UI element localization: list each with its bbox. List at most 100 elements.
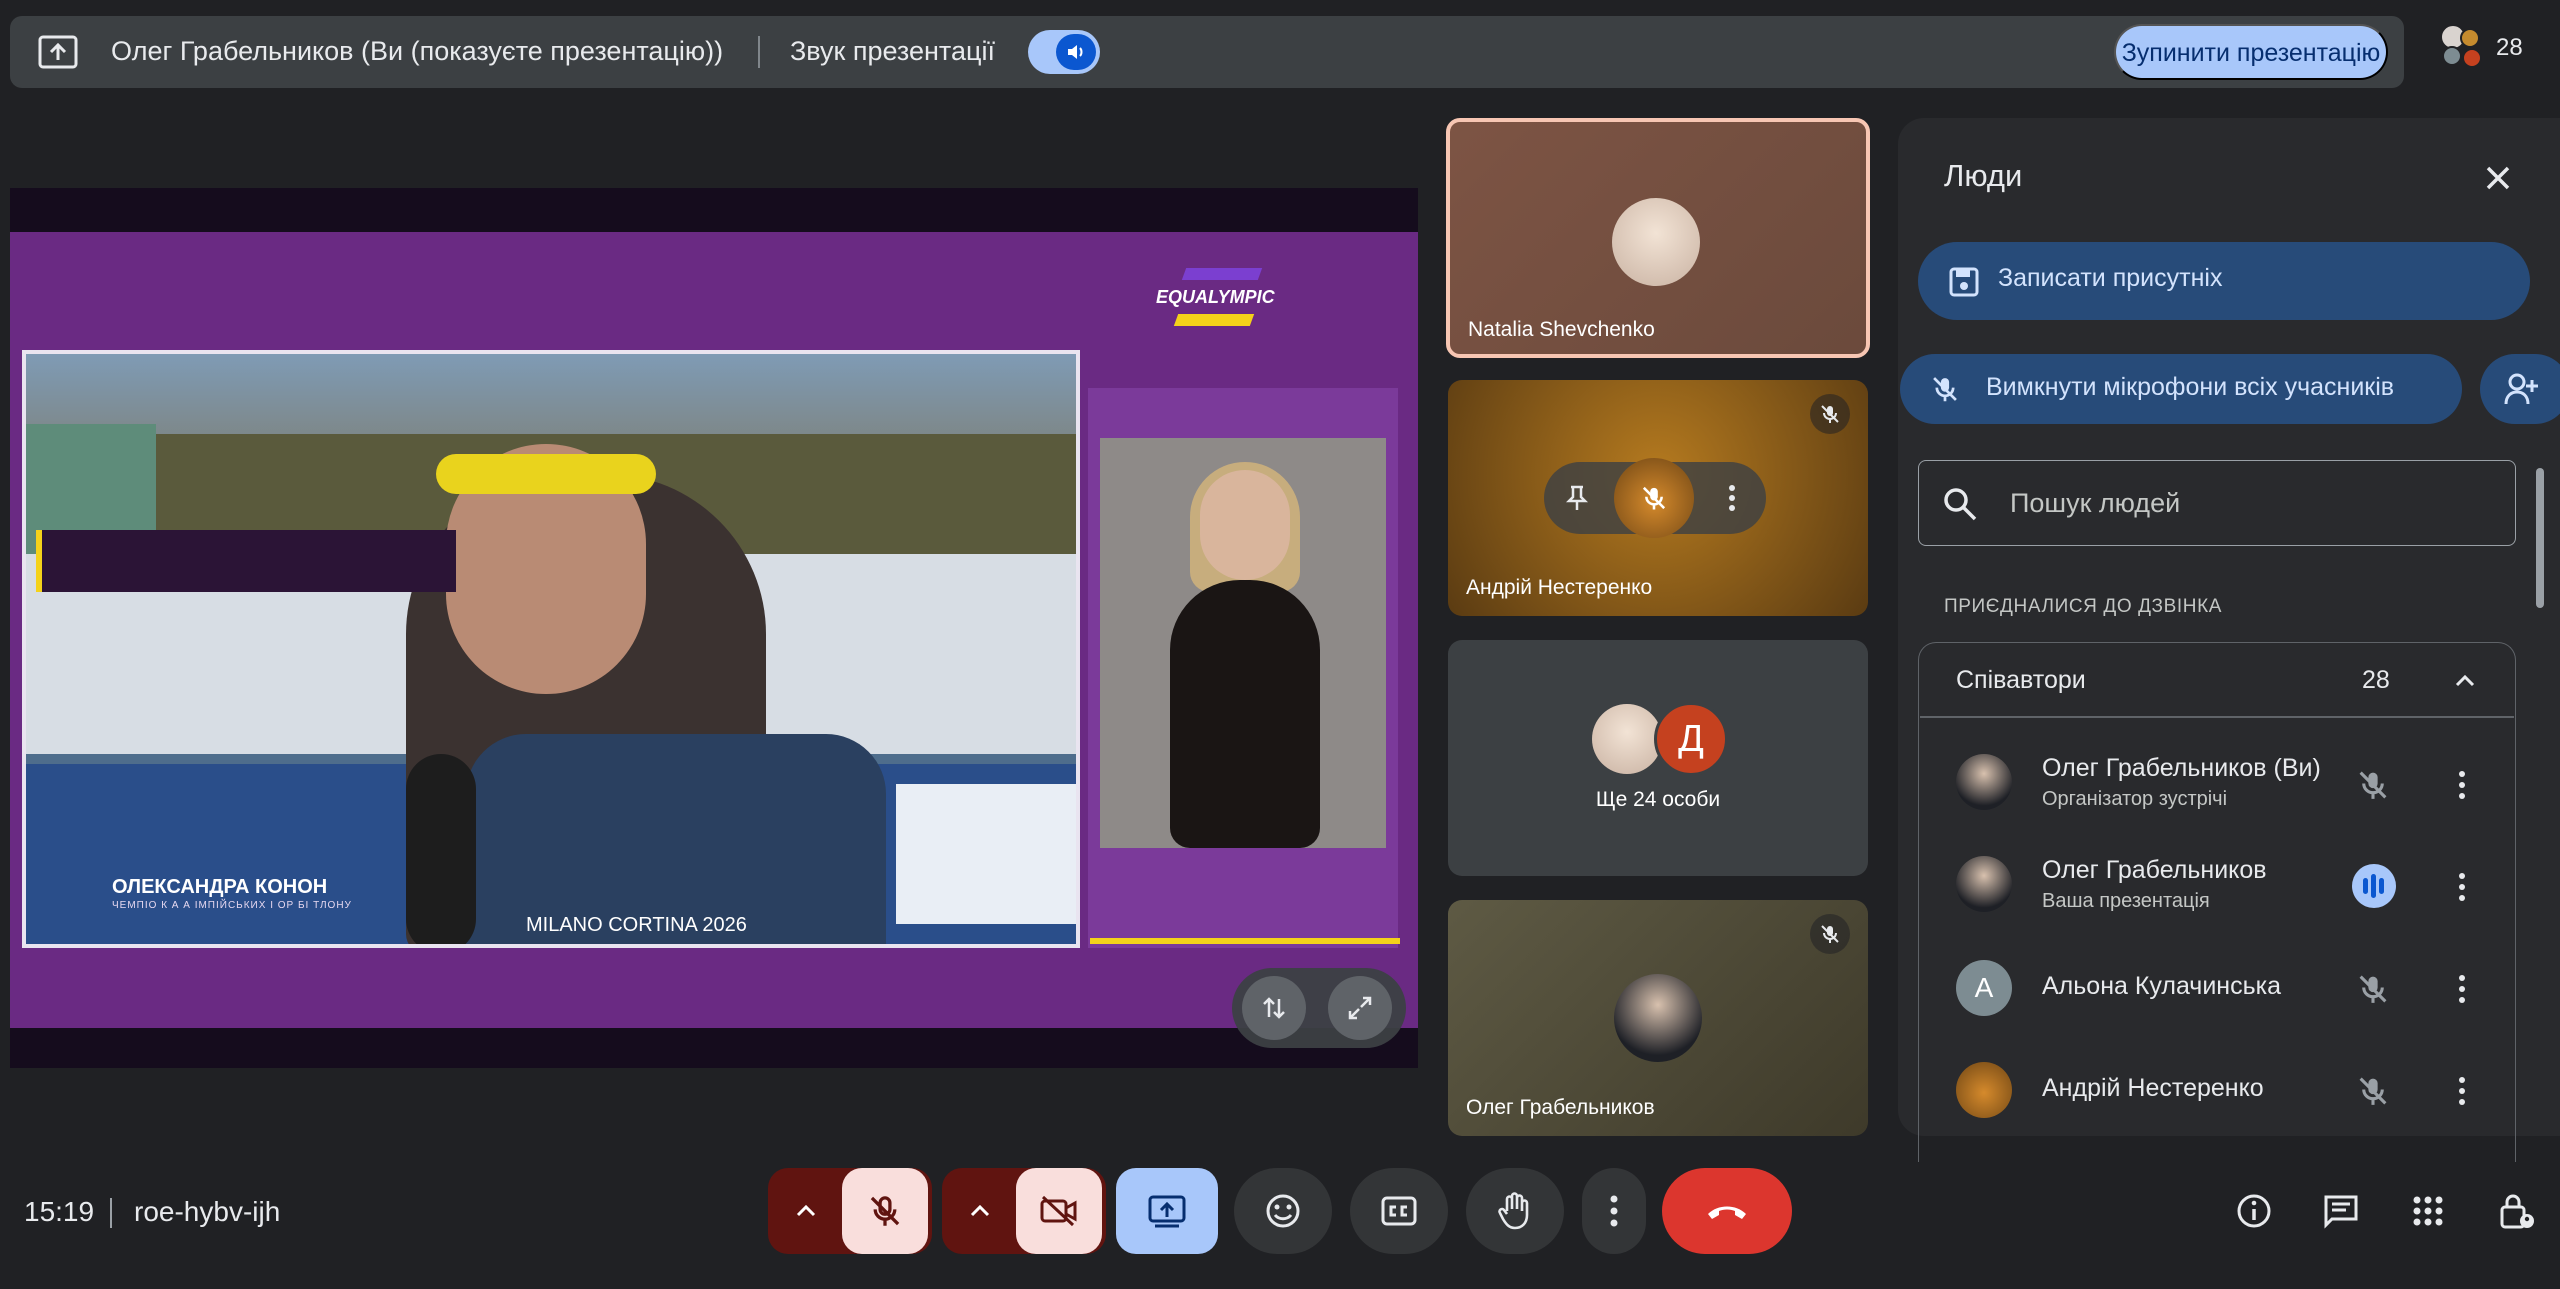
participant-tile[interactable]: Олег Грабельников: [1448, 900, 1868, 1136]
microphone-button[interactable]: [842, 1168, 928, 1254]
participant-row[interactable]: Олег Грабельников Ваша презентація: [1920, 844, 2514, 928]
participant-name: Олег Грабельников: [2042, 856, 2267, 884]
captions-icon: [1381, 1196, 1417, 1226]
divider: [758, 36, 760, 68]
meeting-code: roe-hybv-ijh: [134, 1196, 281, 1227]
participants-avatars[interactable]: [2440, 24, 2484, 68]
toggle-knob: [1056, 34, 1096, 70]
chat-button[interactable]: [2308, 1179, 2372, 1243]
presentation-audio-toggle[interactable]: [1028, 30, 1100, 74]
present-screen-button[interactable]: [1116, 1168, 1218, 1254]
participant-row[interactable]: Олег Грабельников (Ви) Організатор зустр…: [1920, 742, 2514, 826]
avatar-initial: Д: [1654, 702, 1728, 776]
more-participants-label: Ще 24 особи: [1595, 788, 1721, 811]
panel-title: Люди: [1944, 158, 2023, 193]
clock: 15:19: [24, 1196, 95, 1227]
camera-button[interactable]: [1016, 1168, 1102, 1254]
athlete-bib: MILANO CORTINA 2026: [466, 734, 886, 944]
avatar: [1592, 704, 1662, 774]
participant-name: Андрій Нестеренко: [2042, 1074, 2264, 1102]
participant-role: Організатор зустрічі: [2042, 788, 2228, 810]
pin-icon[interactable]: [1564, 484, 1590, 512]
close-icon: [2486, 166, 2510, 190]
participant-name: Natalia Shevchenko: [1468, 318, 1655, 341]
mute-all-label: Вимкнути мікрофони всіх учасників: [1986, 373, 2395, 401]
more-options-icon[interactable]: [2458, 1076, 2466, 1106]
group-count: 28: [2362, 666, 2390, 694]
raise-hand-button[interactable]: [1466, 1168, 1564, 1254]
muted-indicator: [1810, 394, 1850, 434]
participant-row[interactable]: Андрій Нестеренко: [1920, 1048, 2514, 1132]
chevron-up-icon: [796, 1204, 816, 1217]
more-options-button[interactable]: [1582, 1168, 1646, 1254]
section-heading: ПРИЄДНАЛИСЯ ДО ДЗВІНКА: [1944, 596, 2223, 617]
participant-role: Ваша презентація: [2042, 890, 2210, 912]
meeting-details-button[interactable]: [2222, 1179, 2286, 1243]
group-name: Співавтори: [1956, 666, 2086, 694]
equalympic-logo: EQUALYMPIC: [1156, 287, 1275, 307]
participant-row[interactable]: А Альона Кулачинська: [1920, 946, 2514, 1030]
search-people-input[interactable]: [2010, 480, 2490, 526]
divider: [1920, 716, 2514, 718]
lock-person-icon: [2500, 1194, 2534, 1229]
save-icon: [1949, 267, 1979, 297]
swap-layout-button[interactable]: [1242, 976, 1306, 1040]
avatar-initial: А: [1956, 960, 2012, 1016]
logo-bar: [1181, 268, 1263, 280]
host-controls-button[interactable]: [2484, 1179, 2548, 1243]
lower-third-title: ЧЕМПІО К А А ІМПІЙСЬКИХ І ОР БІ ТЛОНУ: [112, 900, 352, 911]
more-options-icon[interactable]: [1728, 484, 1736, 512]
leave-call-button[interactable]: [1662, 1168, 1792, 1254]
captions-button[interactable]: [1350, 1168, 1448, 1254]
logo-bar: [1173, 314, 1255, 326]
mic-off-icon[interactable]: [2356, 1074, 2390, 1108]
mic-off-icon[interactable]: [1640, 484, 1668, 512]
add-person-icon: [2504, 373, 2538, 405]
avatar: [2442, 46, 2462, 66]
avatar: [1956, 856, 2012, 912]
more-options-icon[interactable]: [2458, 872, 2466, 902]
more-options-icon[interactable]: [2458, 770, 2466, 800]
info-icon: [2237, 1194, 2271, 1228]
more-options-icon[interactable]: [2458, 974, 2466, 1004]
chevron-up-icon[interactable]: [2452, 668, 2478, 694]
present-screen-icon: [38, 34, 78, 70]
participant-name: Олег Грабельников: [1466, 1096, 1655, 1119]
reactions-button[interactable]: [1234, 1168, 1332, 1254]
speaking-indicator-icon: [2352, 864, 2396, 908]
divider: [110, 1198, 112, 1228]
activities-button[interactable]: [2396, 1179, 2460, 1243]
mic-off-icon: [870, 1196, 900, 1226]
more-participants-tile[interactable]: Д Ще 24 особи: [1448, 640, 1868, 876]
avatar: [1612, 198, 1700, 286]
expand-icon: [1348, 996, 1372, 1020]
mic-off-icon[interactable]: [2356, 768, 2390, 802]
chevron-up-icon: [970, 1204, 990, 1217]
headband: [436, 454, 656, 494]
add-people-button[interactable]: [2480, 354, 2560, 424]
avatar: [1956, 754, 2012, 810]
swap-icon: [1263, 997, 1285, 1019]
tile-hover-controls: [1544, 458, 1766, 538]
mic-off-icon[interactable]: [2356, 972, 2390, 1006]
avatar: [1614, 974, 1702, 1062]
muted-indicator: [1810, 914, 1850, 954]
sign-language-interpreter: [1170, 580, 1320, 848]
participant-name: Андрій Нестеренко: [1466, 576, 1653, 599]
participant-tile[interactable]: Natalia Shevchenko: [1446, 118, 1870, 358]
panel-scrollbar[interactable]: [2536, 468, 2544, 608]
stop-presenting-button[interactable]: Зупинити презентацію: [2114, 24, 2388, 80]
lower-third-name: ОЛЕКСАНДРА КОНОН: [112, 876, 328, 898]
participant-name: Олег Грабельников (Ви): [2042, 754, 2321, 782]
fullscreen-button[interactable]: [1328, 976, 1392, 1040]
present-screen-icon: [1148, 1195, 1186, 1228]
close-panel-button[interactable]: [2472, 152, 2524, 204]
bib-text: MILANO CORTINA 2026: [526, 914, 747, 936]
mic-off-icon: [1933, 377, 1957, 402]
presenter-status-text: Олег Грабельников (Ви (показуєте презент…: [111, 36, 724, 66]
participant-count: 28: [2496, 34, 2523, 61]
participant-name: Альона Кулачинська: [2042, 972, 2282, 1000]
participant-tile[interactable]: Андрій Нестеренко: [1448, 380, 1868, 616]
chat-icon: [2324, 1195, 2358, 1229]
lower-third: [36, 530, 456, 592]
